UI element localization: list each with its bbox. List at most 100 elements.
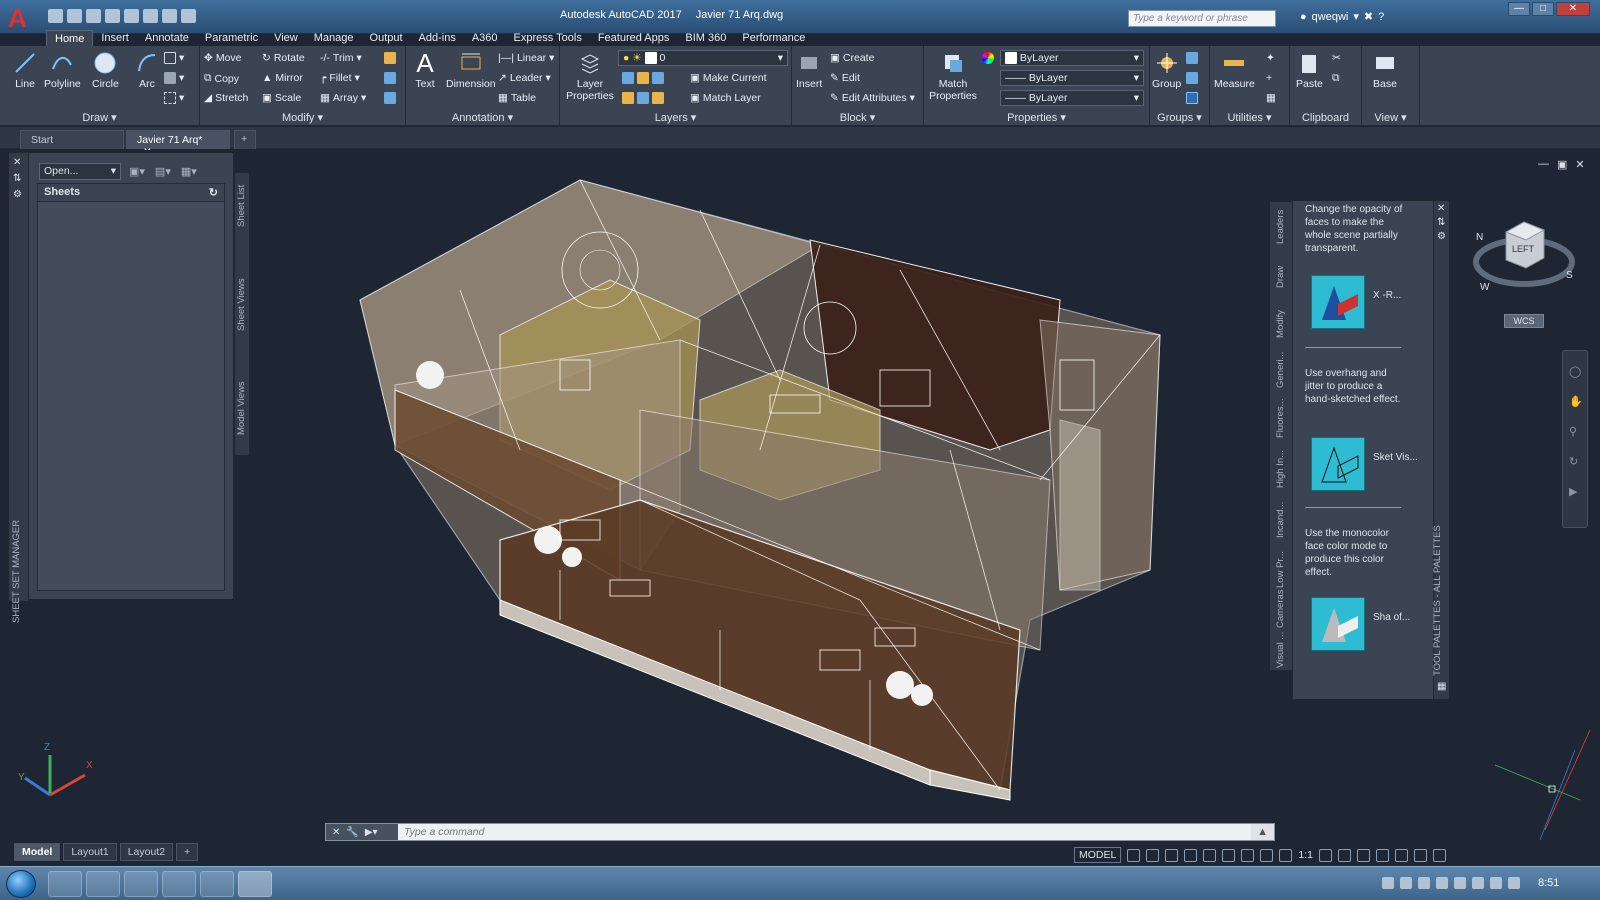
groups-panel-title[interactable]: Groups ▾ (1150, 111, 1209, 124)
exchange-icon[interactable]: ✖ (1364, 10, 1373, 23)
group-selection-icon[interactable] (1186, 92, 1198, 104)
orbit-icon[interactable]: ↻ (1569, 455, 1578, 468)
user-account[interactable]: ● qweqwi ▾ ✖ ? (1300, 10, 1384, 24)
tab-visual-styles[interactable]: Visual ... (1275, 632, 1286, 668)
edit-attributes-button[interactable]: ✎ Edit Attributes ▾ (830, 92, 915, 104)
tab-bim360[interactable]: BIM 360 (677, 30, 734, 46)
tab-manage[interactable]: Manage (306, 30, 362, 46)
isodraft-icon[interactable] (1203, 848, 1217, 862)
mirror-button[interactable]: ▲ Mirror (262, 72, 303, 84)
tab-leaders[interactable]: Leaders (1275, 210, 1286, 244)
tab-layout2[interactable]: Layout2 (119, 843, 174, 861)
match-properties-button[interactable]: Match Properties (928, 50, 978, 102)
properties-icon[interactable]: ⚙ (1437, 231, 1446, 242)
stretch-button[interactable]: ◢ Stretch (204, 92, 248, 104)
paste-button[interactable]: Paste (1296, 50, 1323, 90)
tab-view[interactable]: View (266, 30, 306, 46)
point-icon[interactable]: ✦ (1266, 52, 1275, 64)
create-block-button[interactable]: ▣ Create (830, 52, 874, 64)
tab-active-drawing[interactable]: Javier 71 Arq* ✕ (126, 130, 230, 158)
insert-button[interactable]: Insert (796, 50, 822, 90)
command-input[interactable] (398, 824, 1252, 840)
tab-generic-lights[interactable]: Generi... (1275, 352, 1286, 388)
tab-fluorescent[interactable]: Fluores... (1275, 398, 1286, 438)
maximize-button[interactable]: □ (1532, 2, 1554, 16)
measure-button[interactable]: Measure (1214, 50, 1255, 90)
clock[interactable]: 8:51 (1538, 877, 1559, 889)
tab-annotate[interactable]: Annotate (137, 30, 197, 46)
match-layer-button[interactable]: ▣ Match Layer (690, 92, 761, 104)
viewport-minimize-icon[interactable]: — (1538, 158, 1549, 171)
annotation-visibility-icon[interactable] (1260, 848, 1274, 862)
polyline-button[interactable]: Polyline (44, 50, 81, 90)
make-current-button[interactable]: ▣ Make Current (690, 72, 767, 84)
customization-menu-icon[interactable] (1432, 848, 1446, 862)
block-panel-title[interactable]: Block ▾ (792, 111, 923, 124)
clean-screen-icon[interactable] (1413, 848, 1427, 862)
grid-icon[interactable] (1127, 848, 1141, 862)
group-button[interactable]: Group (1152, 50, 1181, 90)
polar-icon[interactable] (1184, 848, 1198, 862)
lineweight-dropdown[interactable]: —— ByLayer ▾ (1000, 70, 1144, 86)
linetype-dropdown[interactable]: —— ByLayer ▾ (1000, 90, 1144, 106)
ungroup-icon[interactable] (1186, 52, 1198, 64)
trim-button[interactable]: -/- Trim ▾ (320, 52, 362, 64)
help-icon[interactable]: ? (1378, 11, 1384, 23)
new-tab-button[interactable]: + (234, 130, 256, 149)
tab-performance[interactable]: Performance (734, 30, 813, 46)
xray-visual-style-tool[interactable] (1311, 275, 1365, 329)
array-button[interactable]: ▦ Array ▾ (320, 92, 366, 104)
explode-icon[interactable] (384, 72, 396, 84)
close-palette-icon[interactable]: ✕ (13, 157, 21, 168)
leader-button[interactable]: ↗ Leader ▾ (498, 72, 551, 84)
pan-icon[interactable]: ✋ (1569, 395, 1583, 408)
tab-output[interactable]: Output (362, 30, 411, 46)
draw-panel-title[interactable]: Draw ▾ (0, 111, 199, 124)
id-point-icon[interactable]: + (1266, 72, 1272, 84)
view-panel-title[interactable]: View ▾ (1362, 111, 1419, 124)
close-button[interactable]: ✕ (1556, 2, 1590, 16)
table-button[interactable]: ▦ Table (498, 92, 536, 104)
calculator-icon[interactable]: ▦ (1266, 92, 1276, 104)
save-icon[interactable] (86, 9, 101, 23)
autocad-taskbar-icon[interactable] (238, 871, 272, 897)
minimize-button[interactable]: — (1508, 2, 1530, 16)
tab-insert[interactable]: Insert (93, 30, 137, 46)
base-button[interactable]: Base (1372, 50, 1398, 90)
edit-block-button[interactable]: ✎ Edit (830, 72, 860, 84)
tab-home[interactable]: Home (46, 30, 94, 46)
wcs-menu[interactable]: WCS (1504, 314, 1544, 328)
rotate-button[interactable]: ↻ Rotate (262, 52, 305, 64)
tab-express-tools[interactable]: Express Tools (506, 30, 590, 46)
tab-high-intensity[interactable]: High In... (1275, 450, 1286, 488)
annotation-panel-title[interactable]: Annotation ▾ (406, 111, 559, 124)
properties-icon[interactable]: ⚙ (13, 189, 22, 200)
offset-icon[interactable] (384, 92, 396, 104)
refresh-icon[interactable]: ↻ (209, 186, 218, 199)
autohide-icon[interactable]: ⇅ (13, 173, 21, 184)
customize-icon[interactable]: 🔧 (346, 827, 358, 838)
viewcube[interactable]: LEFT N W S (1468, 210, 1578, 313)
ortho-icon[interactable] (1165, 848, 1179, 862)
tray-icon[interactable] (1436, 877, 1448, 889)
autohide-icon[interactable]: ⇅ (1437, 217, 1445, 228)
group-edit-icon[interactable] (1186, 72, 1198, 84)
sketchy-visual-style-tool[interactable] (1311, 437, 1365, 491)
erase-icon[interactable] (384, 52, 396, 64)
open-icon[interactable] (67, 9, 82, 23)
tab-low-pressure[interactable]: Low Pr... (1275, 551, 1286, 588)
tab-sheet-list[interactable]: Sheet List (236, 185, 247, 227)
scale-button[interactable]: ▣ Scale (262, 92, 301, 104)
tab-featured-apps[interactable]: Featured Apps (590, 30, 678, 46)
viewport-restore-icon[interactable]: ▣ (1557, 158, 1567, 171)
publish-icon[interactable]: ▣▾ (129, 165, 145, 178)
file-explorer-icon[interactable] (124, 871, 158, 897)
network-icon[interactable] (1472, 877, 1484, 889)
volume-icon[interactable] (1508, 877, 1520, 889)
utilities-panel-title[interactable]: Utilities ▾ (1210, 111, 1289, 124)
chrome-icon[interactable] (162, 871, 196, 897)
tab-model-views[interactable]: Model Views (236, 381, 247, 435)
modify-panel-title[interactable]: Modify ▾ (200, 111, 405, 124)
app-logo-button[interactable]: A (8, 4, 42, 32)
tab-layout1[interactable]: Layout1 (63, 843, 117, 861)
